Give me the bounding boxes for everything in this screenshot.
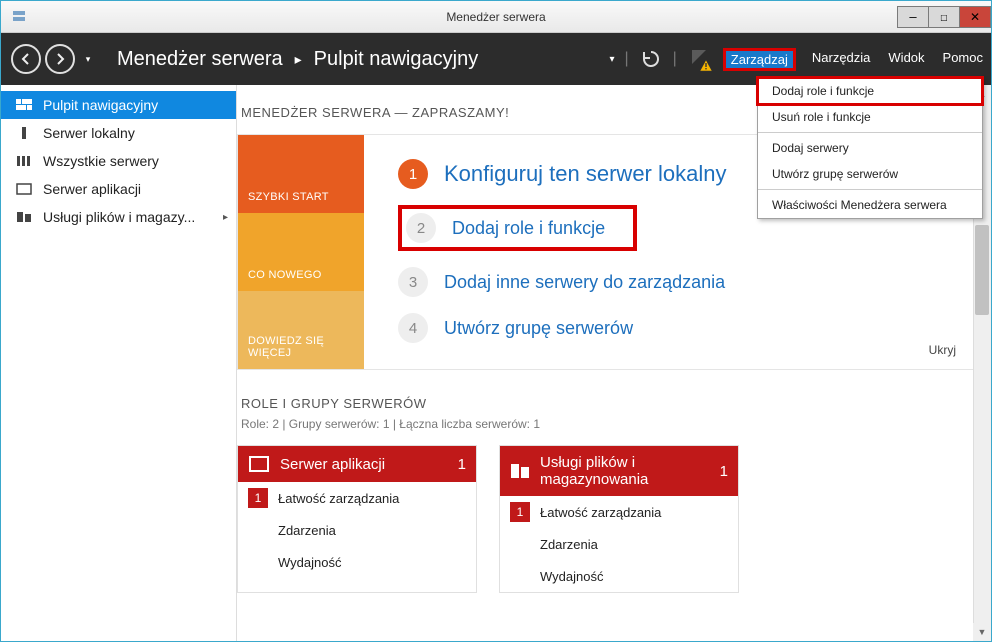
status-badge-empty [248,552,268,572]
breadcrumb-root[interactable]: Menedżer serwera [117,48,283,71]
role-row-performance[interactable]: Wydajność [500,560,738,592]
sidebar-item-label: Wszystkie serwery [43,153,159,169]
roles-section-title: ROLE I GRUPY SERWERÓW [237,396,975,411]
sidebar-item-label: Serwer lokalny [43,125,135,141]
role-row-performance[interactable]: Wydajność [238,546,476,578]
chevron-right-icon: ▸ [295,51,302,68]
role-row-label: Zdarzenia [278,523,336,538]
tile-quick-start[interactable]: SZYBKI START [238,135,364,213]
breadcrumb-dropdown-icon[interactable]: ▾ [609,54,614,65]
step-label: Dodaj role i funkcje [452,218,605,239]
window-title: Menedżer serwera [446,10,545,24]
role-card-file-storage: Usługi plików i magazynowania 1 1 Łatwoś… [499,445,739,593]
role-card-name: Usługi plików i magazynowania [540,454,710,488]
titlebar: Menedżer serwera — ☐ ✕ [1,1,991,33]
step-label: Dodaj inne serwery do zarządzania [444,272,725,293]
dropdown-add-roles[interactable]: Dodaj role i funkcje [758,78,982,104]
sidebar-item-app-server[interactable]: Serwer aplikacji [1,175,236,203]
server-icon [15,126,33,140]
chevron-right-icon: ▸ [223,212,228,223]
menu-view[interactable]: Widok [888,50,924,69]
dashboard-icon [15,98,33,112]
step-number-icon: 4 [398,313,428,343]
app-server-icon [15,182,33,196]
scroll-thumb[interactable] [975,225,989,315]
role-row-label: Łatwość zarządzania [278,491,399,506]
role-row-label: Wydajność [278,555,341,570]
sidebar: Pulpit nawigacyjny Serwer lokalny Wszyst… [1,85,237,641]
role-row-manageability[interactable]: 1 Łatwość zarządzania [500,496,738,528]
role-row-label: Łatwość zarządzania [540,505,661,520]
warning-icon [699,59,713,73]
file-storage-icon [15,210,33,224]
role-card-header[interactable]: Usługi plików i magazynowania 1 [500,446,738,496]
back-button[interactable] [11,44,41,74]
tile-learn-more[interactable]: DOWIEDZ SIĘ WIĘCEJ [238,291,364,369]
notifications-button[interactable] [687,47,711,71]
dropdown-add-servers[interactable]: Dodaj serwery [758,135,982,161]
step-label: Utwórz grupę serwerów [444,318,633,339]
step-label: Konfiguruj ten serwer lokalny [444,161,726,187]
status-badge-empty [510,566,530,586]
maximize-icon: ☐ [940,10,947,24]
menu-tools[interactable]: Narzędzia [812,50,871,69]
dropdown-remove-roles[interactable]: Usuń role i funkcje [758,104,982,130]
hide-link[interactable]: Ukryj [929,343,956,357]
minimize-button[interactable]: — [897,6,929,28]
maximize-button[interactable]: ☐ [928,6,960,28]
sidebar-item-local-server[interactable]: Serwer lokalny [1,119,236,147]
step-create-group[interactable]: 4 Utwórz grupę serwerów [398,313,954,343]
dropdown-properties[interactable]: Właściwości Menedżera serwera [758,192,982,218]
menu-manage[interactable]: Zarządzaj [725,50,794,69]
sidebar-item-all-servers[interactable]: Wszystkie serwery [1,147,236,175]
close-icon: ✕ [970,10,980,24]
app-icon [5,3,33,31]
file-storage-icon [510,461,530,481]
role-card-header[interactable]: Serwer aplikacji 1 [238,446,476,482]
sidebar-item-label: Serwer aplikacji [43,181,141,197]
step-number-icon: 3 [398,267,428,297]
role-card-count: 1 [720,463,728,480]
role-card-count: 1 [458,456,466,473]
role-card-app-server: Serwer aplikacji 1 1 Łatwość zarządzania… [237,445,477,593]
role-row-events[interactable]: Zdarzenia [500,528,738,560]
minimize-icon: — [909,10,916,24]
status-badge-empty [510,534,530,554]
status-badge: 1 [510,502,530,522]
manage-dropdown: Dodaj role i funkcje Usuń role i funkcje… [757,77,983,219]
step-add-roles-highlighted: 2 Dodaj role i funkcje [398,205,637,251]
role-card-name: Serwer aplikacji [280,456,385,473]
forward-button[interactable] [45,44,75,74]
sidebar-item-dashboard[interactable]: Pulpit nawigacyjny [1,91,236,119]
menu-help[interactable]: Pomoc [943,50,983,69]
breadcrumb-page[interactable]: Pulpit nawigacyjny [314,48,479,71]
status-badge-empty [248,520,268,540]
app-server-icon [248,454,270,474]
breadcrumb: Menedżer serwera ▸ Pulpit nawigacyjny [117,48,478,71]
role-row-label: Zdarzenia [540,537,598,552]
servers-icon [15,154,33,168]
tile-whats-new[interactable]: CO NOWEGO [238,213,364,291]
scroll-down-icon[interactable]: ▼ [973,623,991,641]
roles-section-subtitle: Role: 2 | Grupy serwerów: 1 | Łączna lic… [237,417,975,431]
role-row-manageability[interactable]: 1 Łatwość zarządzania [238,482,476,514]
close-button[interactable]: ✕ [959,6,991,28]
step-number-icon: 1 [398,159,428,189]
status-badge: 1 [248,488,268,508]
nav-history-dropdown[interactable]: ▾ [79,44,97,74]
step-add-servers[interactable]: 3 Dodaj inne serwery do zarządzania [398,267,954,297]
role-row-events[interactable]: Zdarzenia [238,514,476,546]
dropdown-create-group[interactable]: Utwórz grupę serwerów [758,161,982,187]
sidebar-item-file-services[interactable]: Usługi plików i magazy... ▸ [1,203,236,231]
sidebar-item-label: Pulpit nawigacyjny [43,97,158,113]
step-add-roles[interactable]: 2 Dodaj role i funkcje [406,213,605,243]
sidebar-item-label: Usługi plików i magazy... [43,209,195,225]
role-row-label: Wydajność [540,569,603,584]
step-number-icon: 2 [406,213,436,243]
refresh-button[interactable] [639,47,663,71]
